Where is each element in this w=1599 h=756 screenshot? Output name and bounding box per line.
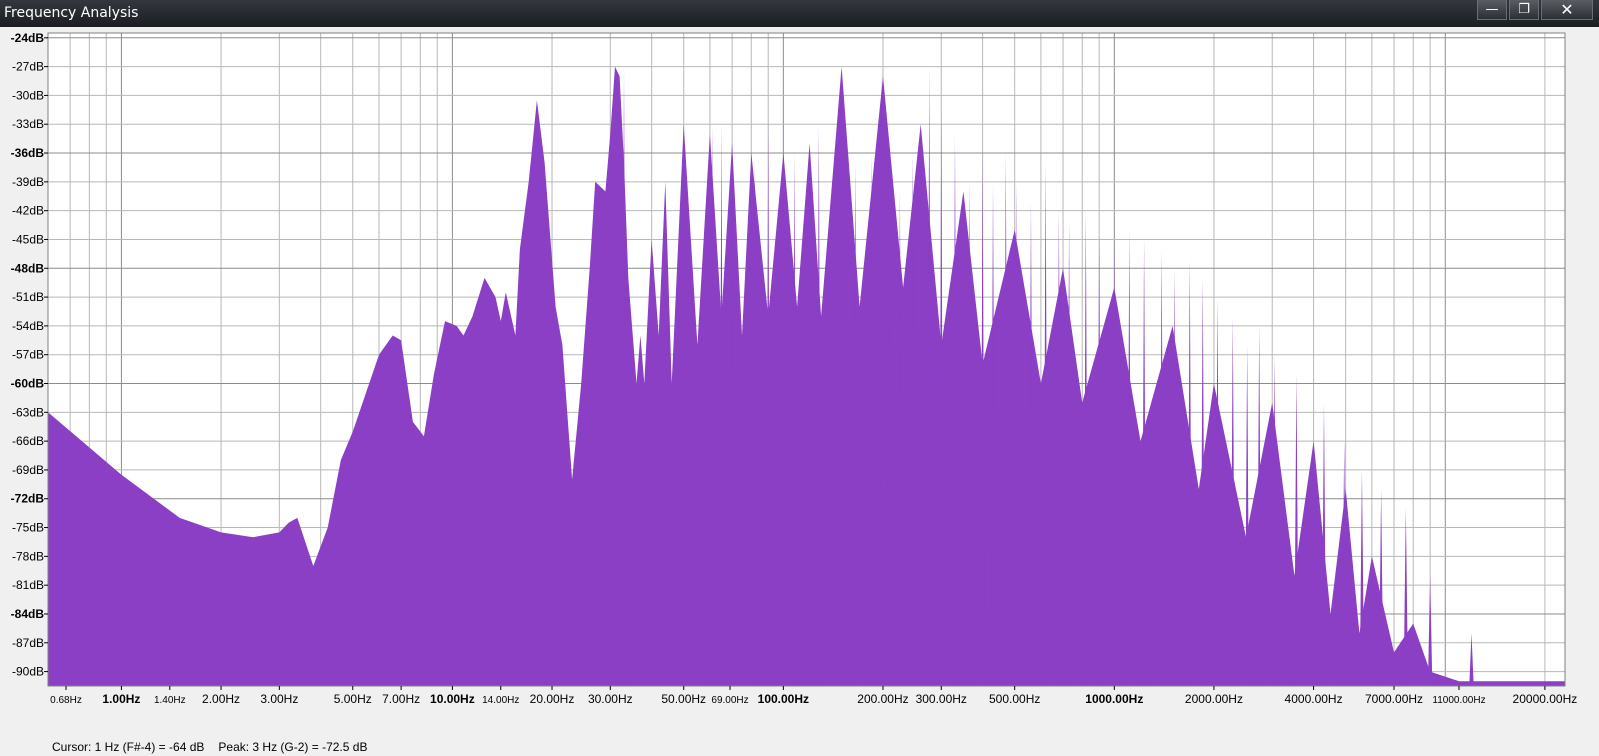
y-tick-label: -81dB [12, 578, 44, 592]
frequency-spectrum-chart[interactable]: -24dB -27dB -30dB -33dB -36dB -39dB -42dB -45dB… [0, 27, 1599, 711]
x-tick-label: 7000.00Hz [1365, 692, 1423, 706]
x-tick-label: 1.00Hz [102, 692, 140, 706]
y-tick-label: -48dB [11, 261, 45, 275]
x-tick-label: 14.00Hz [482, 695, 519, 706]
y-tick-label: -36dB [11, 146, 45, 160]
y-tick-label: -45dB [12, 232, 44, 246]
y-tick-label: -57dB [12, 348, 44, 362]
x-axis: 0.68Hz 1.00Hz 1.40Hz 2.00Hz 3.00Hz 5.00Hz 7.00… [50, 686, 1577, 706]
x-tick-label: 300.00Hz [916, 692, 967, 706]
y-tick-label: -39dB [12, 175, 44, 189]
y-tick-label: -51dB [12, 290, 44, 304]
title-bar: Frequency Analysis — ❐ ✕ [0, 0, 1599, 27]
x-tick-label: 1.40Hz [154, 695, 186, 706]
x-tick-label: 2000.00Hz [1185, 692, 1243, 706]
x-tick-label: 500.00Hz [989, 692, 1040, 706]
peak-readout: Peak: 3 Hz (G-2) = -72.5 dB [218, 740, 368, 754]
x-tick-label: 2.00Hz [202, 692, 240, 706]
y-tick-label: -30dB [12, 88, 44, 102]
y-tick-label: -69dB [12, 463, 44, 477]
window-controls: — ❐ ✕ [1477, 0, 1593, 22]
y-tick-label: -87dB [12, 636, 44, 650]
y-tick-label: -84dB [11, 607, 45, 621]
window-title: Frequency Analysis [4, 5, 139, 21]
y-tick-label: -72dB [11, 492, 45, 506]
close-button[interactable]: ✕ [1541, 0, 1593, 20]
y-tick-label: -54dB [12, 319, 44, 333]
y-tick-label: -75dB [12, 521, 44, 535]
x-tick-label: 1000.00Hz [1085, 692, 1143, 706]
x-tick-label: 20.00Hz [530, 692, 575, 706]
y-tick-label: -66dB [12, 434, 44, 448]
x-tick-label: 5.00Hz [334, 692, 372, 706]
y-tick-label: -78dB [12, 549, 44, 563]
y-tick-label: -42dB [12, 204, 44, 218]
x-tick-label: 100.00Hz [758, 692, 809, 706]
cursor-readout: Cursor: 1 Hz (F#-4) = -64 dB [52, 740, 205, 754]
y-tick-label: -63dB [12, 405, 44, 419]
y-axis: -24dB -27dB -30dB -33dB -36dB -39dB -42dB -45dB… [11, 31, 48, 679]
y-tick-label: -90dB [12, 665, 44, 679]
x-tick-label: 200.00Hz [857, 692, 908, 706]
x-tick-label: 50.00Hz [661, 692, 706, 706]
y-tick-label: -33dB [12, 117, 44, 131]
y-tick-label: -60dB [11, 377, 45, 391]
x-tick-label: 0.68Hz [50, 695, 82, 706]
y-tick-label: -24dB [11, 31, 45, 45]
frequency-plot-panel: -24dB -27dB -30dB -33dB -36dB -39dB -42dB -45dB… [0, 27, 1599, 754]
status-bar: Cursor: 1 Hz (F#-4) = -64 dB Peak: 3 Hz (… [52, 740, 381, 756]
y-tick-label: -27dB [12, 60, 44, 74]
maximize-button[interactable]: ❐ [1509, 0, 1539, 20]
x-tick-label: 11000.00Hz [1432, 695, 1485, 706]
x-tick-label: 69.00Hz [711, 695, 748, 706]
x-tick-label: 7.00Hz [382, 692, 420, 706]
x-tick-label: 10.00Hz [430, 692, 475, 706]
x-tick-label: 30.00Hz [588, 692, 633, 706]
x-tick-label: 3.00Hz [260, 692, 298, 706]
x-tick-label: 20000.00Hz [1513, 692, 1578, 706]
minimize-button[interactable]: — [1477, 0, 1507, 20]
x-tick-label: 4000.00Hz [1285, 692, 1343, 706]
